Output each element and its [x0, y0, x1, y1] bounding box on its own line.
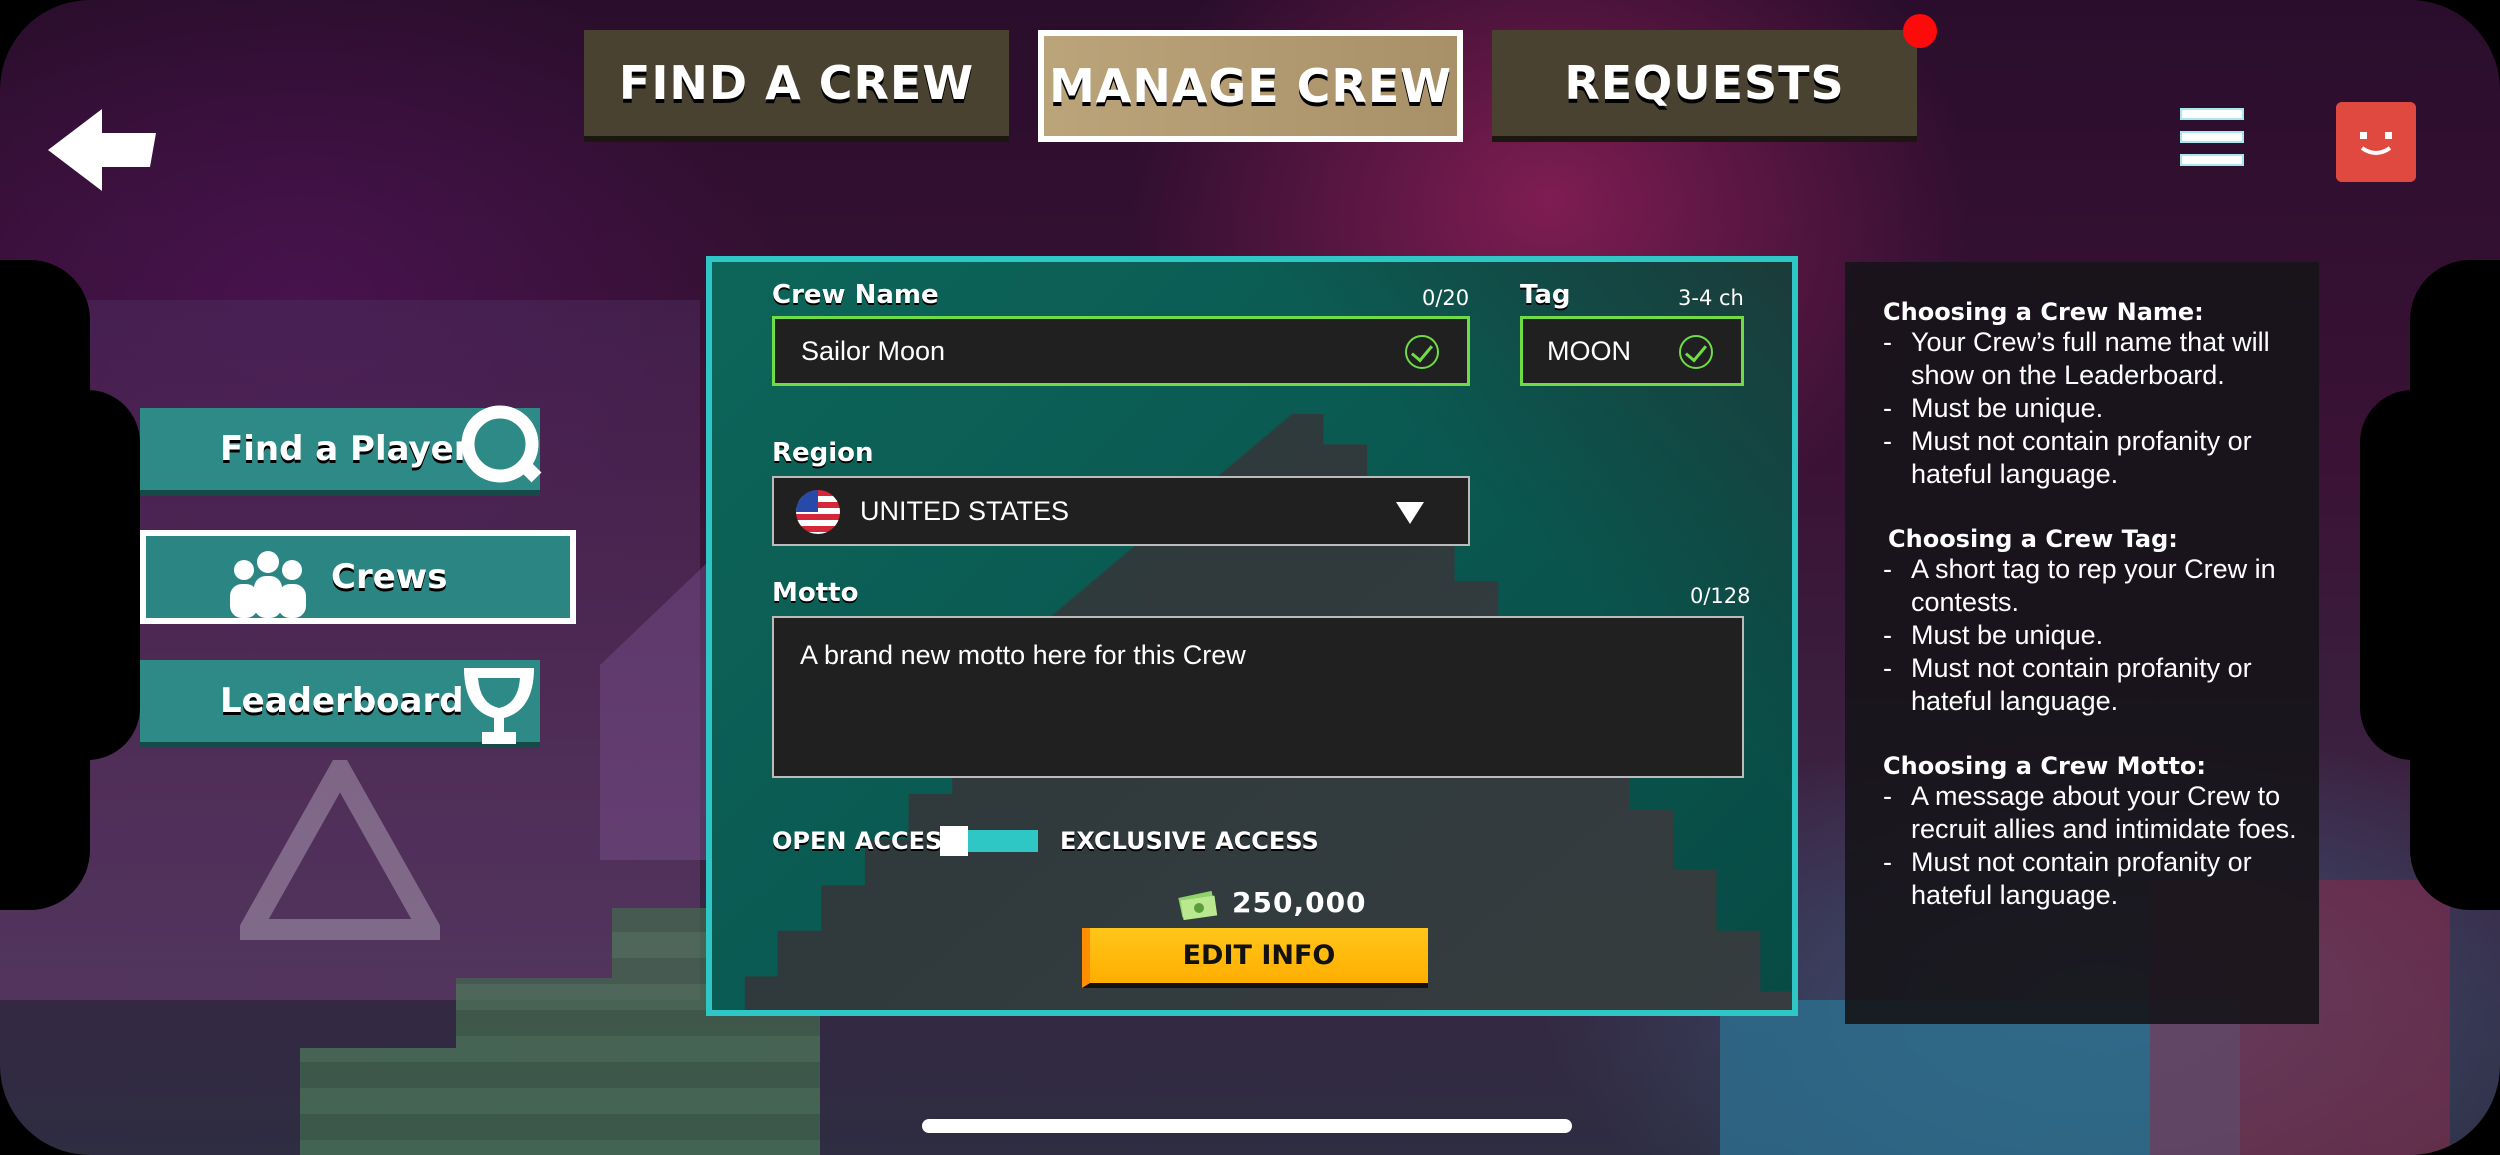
nav-leaderboard[interactable]: Leaderboard — [140, 660, 540, 748]
motto-label: Motto — [772, 578, 859, 608]
nav-find-a-player-label: Find a Player — [220, 429, 471, 469]
device-frame-left-inner — [35, 390, 140, 760]
tab-find-a-crew[interactable]: FIND A CREW — [584, 30, 1009, 142]
tab-requests[interactable]: REQUESTS — [1492, 30, 1917, 142]
check-icon — [1679, 335, 1713, 369]
edit-info-button[interactable]: EDIT INFO — [1082, 928, 1428, 988]
info-item: Must be unique. — [1883, 619, 2297, 652]
exclusive-access-label: EXCLUSIVE ACCESS — [1060, 827, 1319, 855]
region-label: Region — [772, 438, 874, 468]
check-icon — [1405, 335, 1439, 369]
avatar-icon[interactable] — [2336, 102, 2416, 182]
notification-badge — [1903, 14, 1937, 48]
tag-field[interactable]: MOON — [1520, 316, 1744, 386]
nav-leaderboard-label: Leaderboard — [220, 681, 464, 721]
crew-people-icon — [230, 551, 306, 618]
region-dropdown[interactable]: UNITED STATES — [772, 476, 1470, 546]
open-access-label: OPEN ACCESS — [772, 827, 959, 855]
info-title-name: Choosing a Crew Name: — [1883, 298, 2204, 326]
info-list-tag: A short tag to rep your Crew in contests… — [1883, 553, 2297, 718]
info-item: Must not contain profanity or hateful la… — [1883, 425, 2297, 491]
info-list-motto: A message about your Crew to recruit all… — [1883, 780, 2297, 912]
tab-manage-crew[interactable]: MANAGE CREW — [1038, 30, 1463, 142]
tag-value: MOON — [1547, 335, 1631, 366]
region-value: UNITED STATES — [860, 495, 1070, 526]
cost-value: 250,000 — [1232, 886, 1367, 919]
info-panel: Choosing a Crew Name: Your Crew’s full n… — [1845, 262, 2319, 1024]
nav-crews[interactable]: Crews — [140, 530, 576, 624]
info-item: Must not contain profanity or hateful la… — [1883, 652, 2297, 718]
device-frame-right-inner — [2360, 390, 2465, 760]
us-flag-icon — [796, 490, 840, 534]
motto-counter: 0/128 — [1690, 584, 1751, 608]
tag-counter: 3-4 ch — [1678, 286, 1744, 310]
info-title-motto: Choosing a Crew Motto: — [1883, 752, 2207, 780]
access-toggle-knob[interactable] — [940, 826, 968, 856]
back-arrow-icon[interactable] — [44, 105, 160, 195]
info-title-tag: Choosing a Crew Tag: — [1888, 525, 2178, 553]
nav-crews-label: Crews — [331, 557, 448, 597]
hamburger-menu-icon[interactable] — [2180, 108, 2244, 166]
manage-crew-panel: Crew Name 0/20 Sailor Moon Tag 3-4 ch MO… — [706, 256, 1798, 1016]
search-icon — [461, 405, 542, 483]
home-indicator[interactable] — [922, 1119, 1572, 1133]
crew-name-label: Crew Name — [772, 280, 939, 310]
info-list-name: Your Crew’s full name that will show on … — [1883, 326, 2297, 491]
game-screen: FIND A CREW MANAGE CREW REQUESTS Find a … — [0, 0, 2500, 1155]
crew-name-value: Sailor Moon — [801, 335, 946, 366]
info-item: Your Crew’s full name that will show on … — [1883, 326, 2297, 392]
dropdown-caret-icon — [1396, 502, 1424, 524]
info-item: A short tag to rep your Crew in contests… — [1883, 553, 2297, 619]
background-triangle — [240, 760, 440, 940]
info-item: Must be unique. — [1883, 392, 2297, 425]
crew-name-counter: 0/20 — [1422, 286, 1470, 310]
info-item: A message about your Crew to recruit all… — [1883, 780, 2297, 846]
motto-value: A brand new motto here for this Crew — [800, 640, 1246, 670]
info-item: Must not contain profanity or hateful la… — [1883, 846, 2297, 912]
motto-textarea[interactable]: A brand new motto here for this Crew — [772, 616, 1744, 778]
crew-name-field[interactable]: Sailor Moon — [772, 316, 1470, 386]
trophy-icon — [464, 668, 534, 744]
tag-label: Tag — [1520, 280, 1571, 310]
cash-icon — [1178, 890, 1218, 921]
nav-find-a-player[interactable]: Find a Player — [140, 405, 542, 496]
